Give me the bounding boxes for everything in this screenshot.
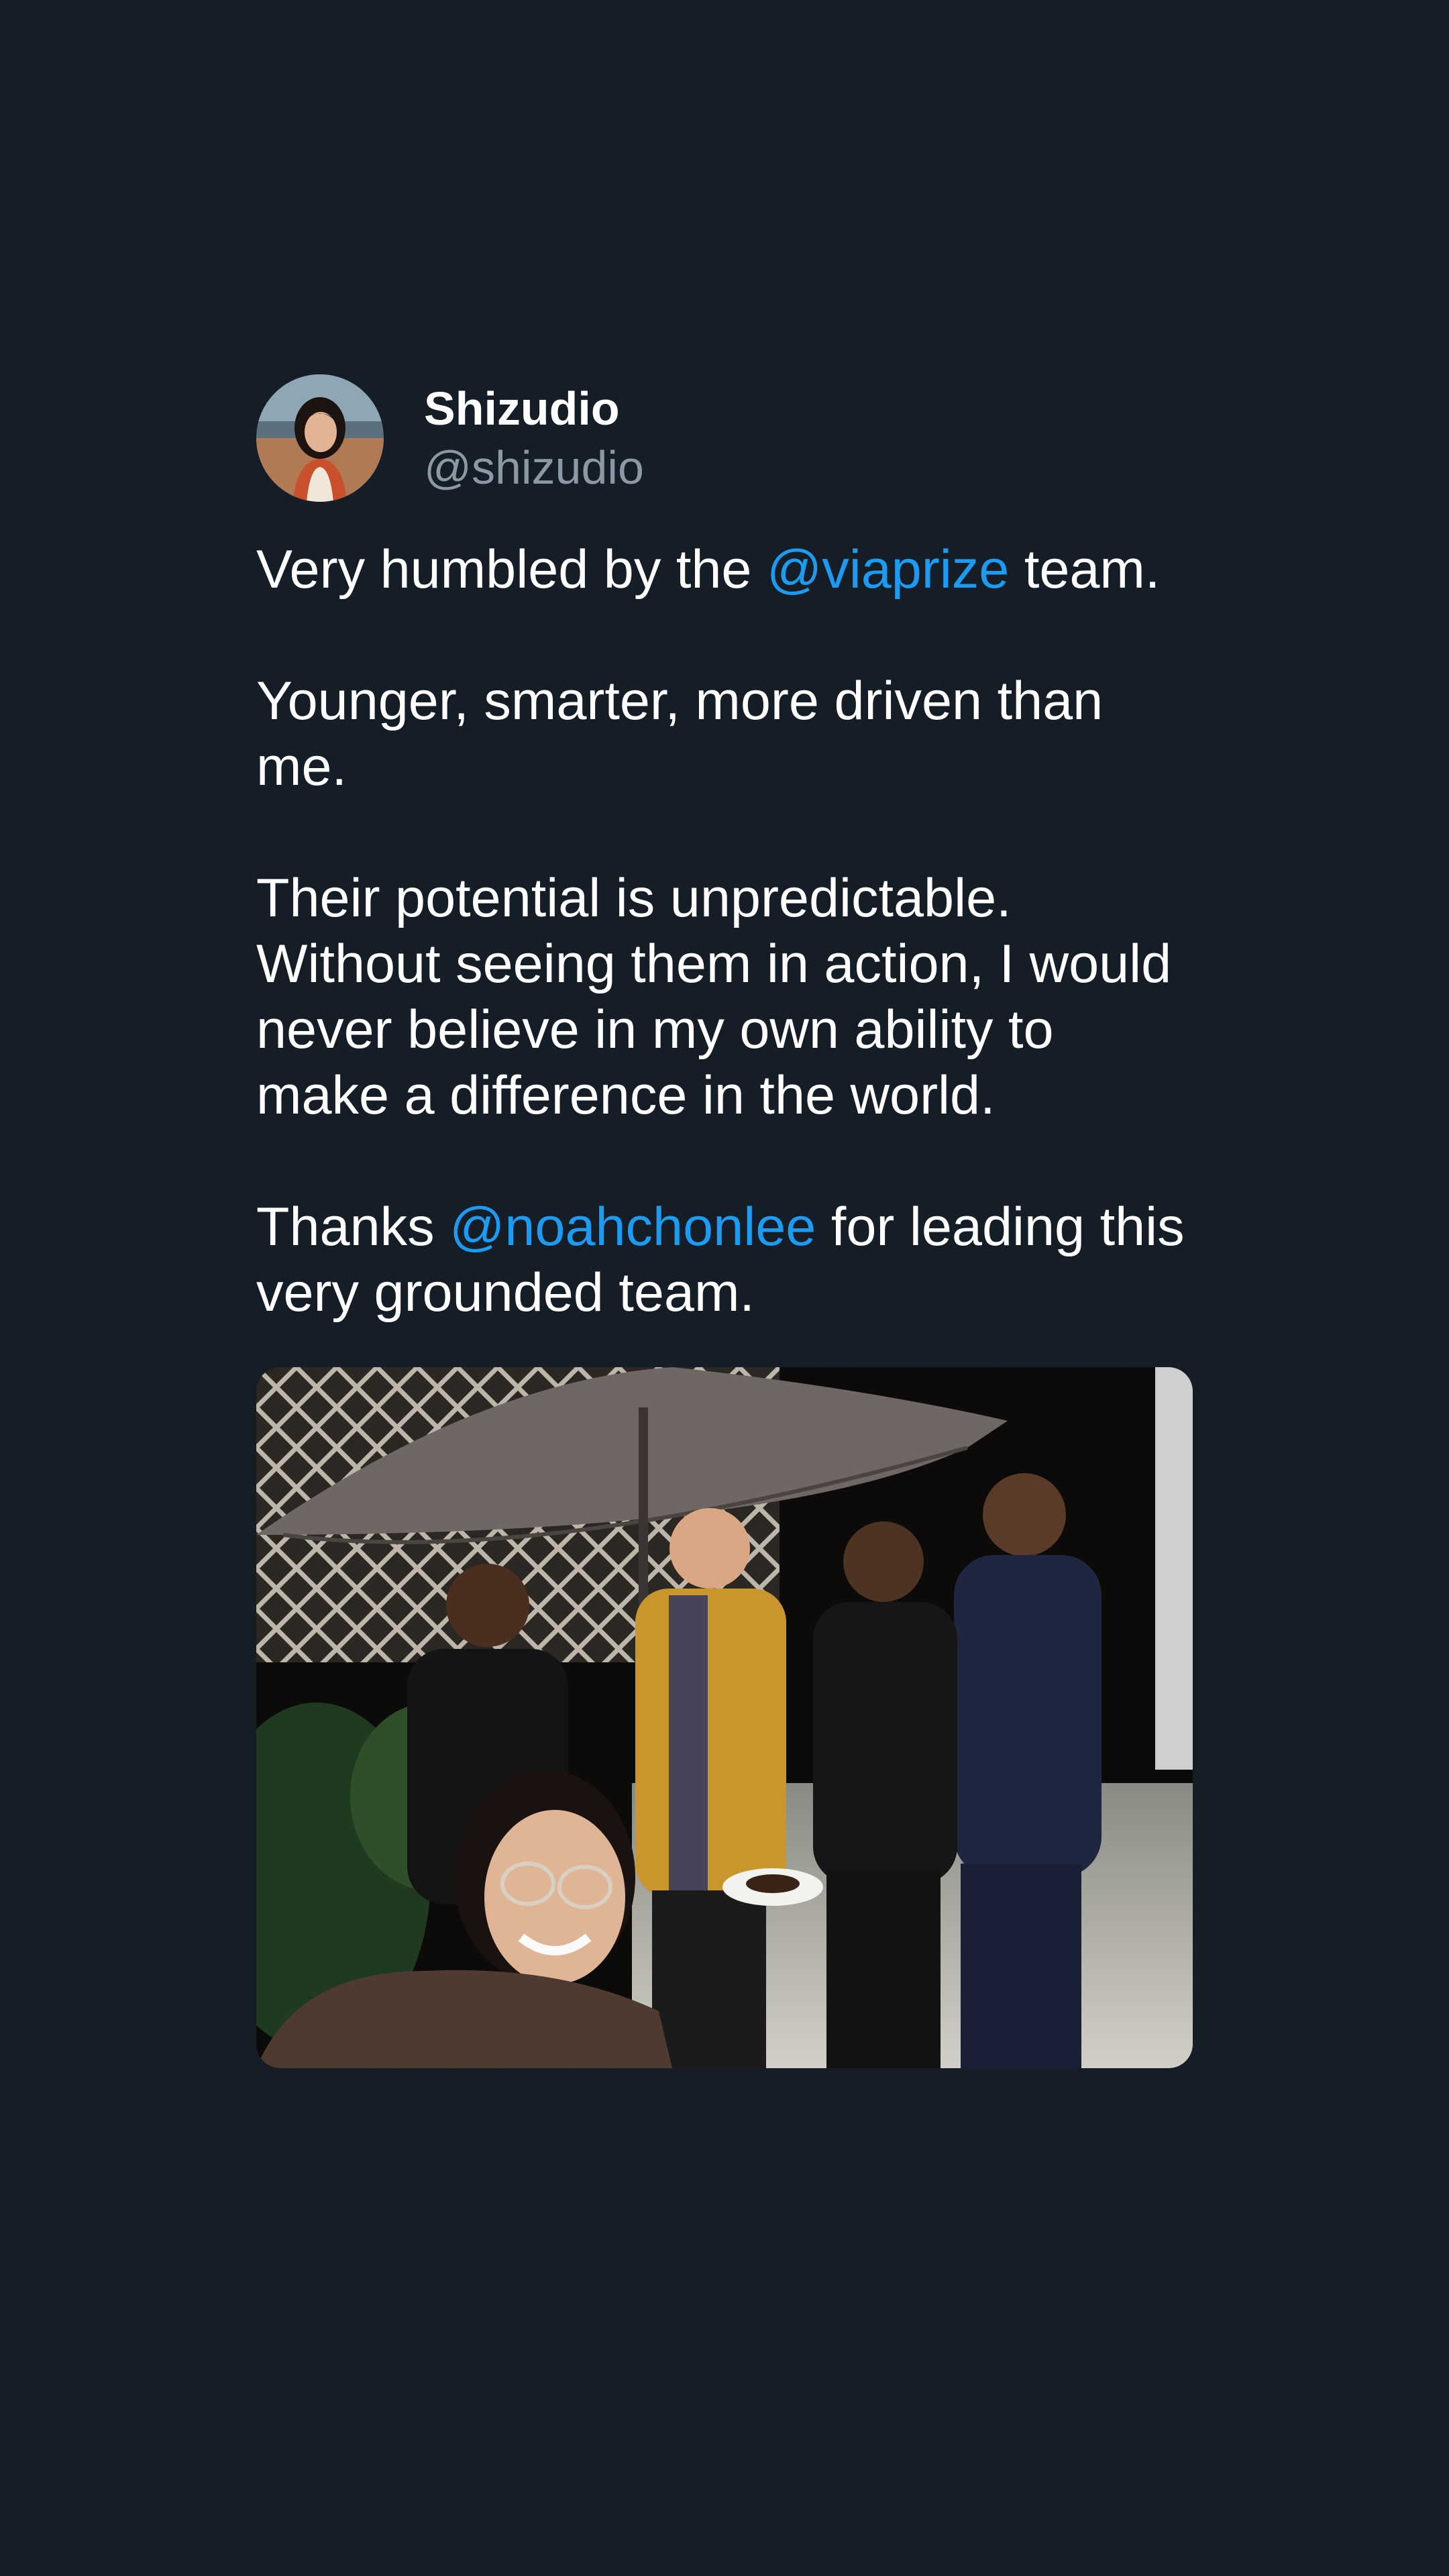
tweet-card: Shizudio @shizudio Very humbled by the @… bbox=[256, 374, 1193, 2068]
author-handle[interactable]: @shizudio bbox=[424, 438, 644, 497]
group-photo-image bbox=[256, 1367, 1193, 2068]
text-segment: Very humbled by the bbox=[256, 539, 767, 600]
tweet-paragraph-4: Thanks @noahchonlee for leading this ver… bbox=[256, 1194, 1193, 1326]
tweet-paragraph-1: Very humbled by the @viaprize team. bbox=[256, 537, 1193, 602]
tweet-text: Very humbled by the @viaprize team. Youn… bbox=[256, 537, 1193, 1326]
tweet-photo[interactable] bbox=[256, 1367, 1193, 2068]
text-segment: team. bbox=[1009, 539, 1161, 600]
mention-link-noahchonlee[interactable]: @noahchonlee bbox=[449, 1197, 816, 1257]
author-names: Shizudio @shizudio bbox=[424, 379, 644, 497]
tweet-paragraph-2: Younger, smarter, more driven than me. bbox=[256, 671, 1104, 797]
tweet-paragraph-3: Their potential is unpredictable. Withou… bbox=[256, 868, 1172, 1126]
mention-link-viaprize[interactable]: @viaprize bbox=[767, 539, 1009, 600]
tweet-header: Shizudio @shizudio bbox=[256, 374, 1193, 502]
text-segment: Thanks bbox=[256, 1197, 450, 1257]
author-avatar[interactable] bbox=[256, 374, 384, 502]
tweet-screenshot-page: Shizudio @shizudio Very humbled by the @… bbox=[0, 0, 1449, 2576]
avatar-image bbox=[256, 374, 384, 502]
author-display-name[interactable]: Shizudio bbox=[424, 379, 644, 438]
